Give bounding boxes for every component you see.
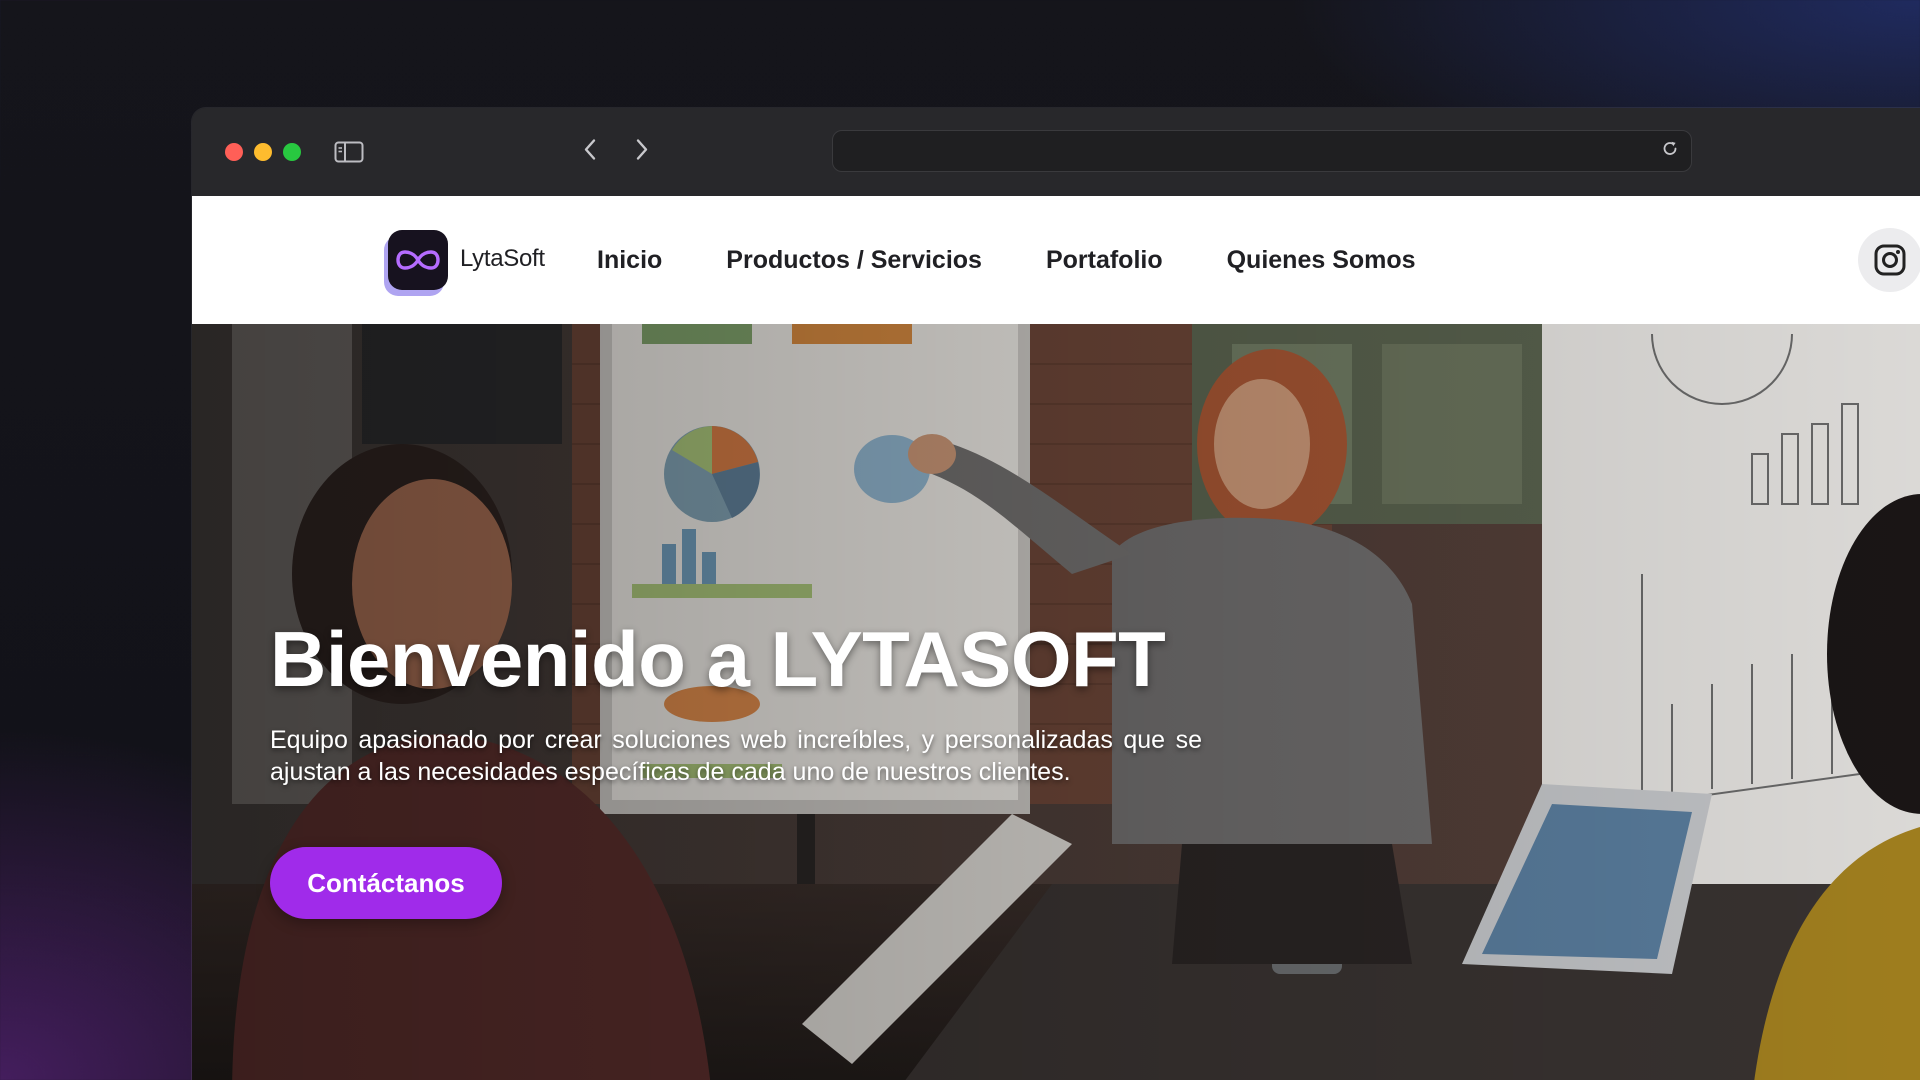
maximize-window-button[interactable]: [283, 143, 301, 161]
logo-name: LytaSoft: [460, 245, 545, 272]
sidebar-toggle-icon[interactable]: [334, 141, 364, 163]
nav-inicio[interactable]: Inicio: [597, 246, 662, 275]
chevron-right-icon[interactable]: [634, 138, 650, 167]
hero-title: Bienvenido a LYTASOFT: [270, 615, 1166, 703]
close-window-button[interactable]: [225, 143, 243, 161]
reload-icon[interactable]: [1661, 140, 1679, 163]
site-logo[interactable]: LytaSoft: [388, 230, 545, 290]
contact-button[interactable]: Contáctanos: [270, 847, 502, 919]
nav-portafolio[interactable]: Portafolio: [1046, 246, 1163, 275]
logo-text: LytaSoft: [460, 245, 545, 275]
hero-description: Equipo apasionado por crear soluciones w…: [270, 726, 1202, 786]
nav-quienes-somos[interactable]: Quienes Somos: [1227, 246, 1416, 275]
webpage: LytaSoft Inicio Productos / Servicios Po…: [192, 196, 1920, 1080]
infinity-logo-icon: [388, 230, 448, 290]
nav-productos-servicios[interactable]: Productos / Servicios: [726, 246, 982, 275]
main-nav: Inicio Productos / Servicios Portafolio …: [597, 196, 1416, 324]
hero-section: Bienvenido a LYTASOFT Equipo apasionado …: [192, 324, 1920, 1080]
minimize-window-button[interactable]: [254, 143, 272, 161]
address-bar[interactable]: [832, 130, 1692, 172]
site-header: LytaSoft Inicio Productos / Servicios Po…: [192, 196, 1920, 324]
browser-window: LytaSoft Inicio Productos / Servicios Po…: [192, 108, 1920, 1080]
browser-titlebar: [192, 108, 1920, 197]
instagram-icon[interactable]: [1858, 228, 1920, 292]
chevron-left-icon[interactable]: [582, 138, 598, 167]
